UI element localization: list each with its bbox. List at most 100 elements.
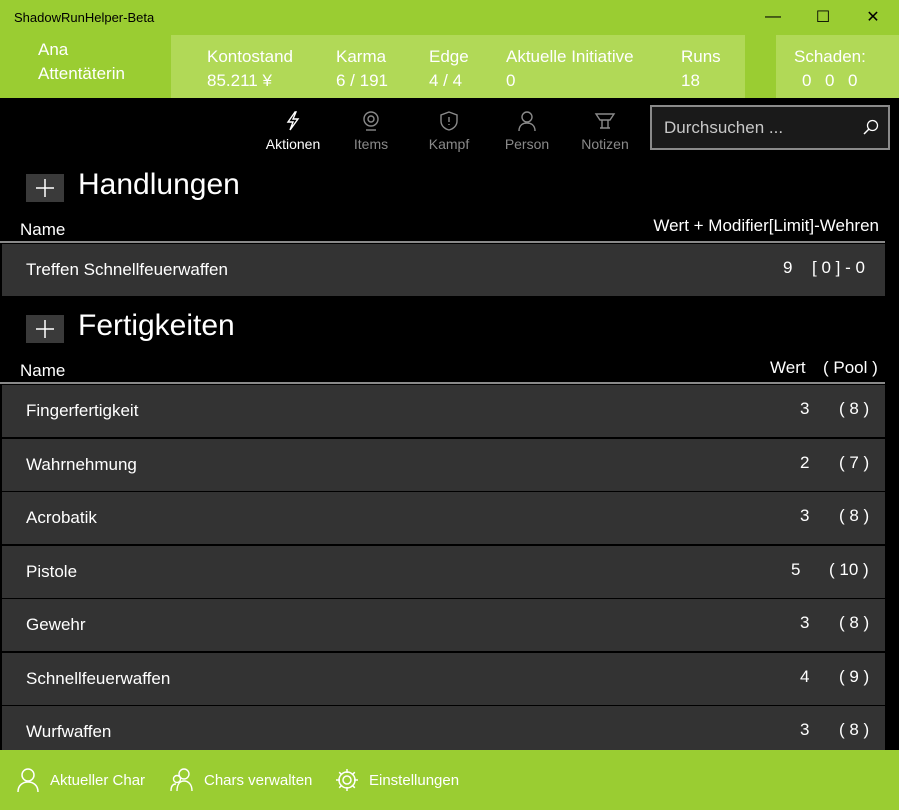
column-header-pool: ( Pool ) <box>823 358 878 377</box>
content-area: Handlungen Name Wert + Modifier[Limit]-W… <box>0 156 899 750</box>
search-icon[interactable] <box>862 118 880 136</box>
settings-button[interactable]: Einstellungen <box>335 766 459 794</box>
row-value: 3 <box>800 613 810 632</box>
section-title: Handlungen <box>78 168 240 201</box>
manage-chars-button[interactable]: Chars verwalten <box>170 766 312 794</box>
row-pool: ( 8 ) <box>839 720 870 739</box>
bottom-app-bar: Aktueller Char Chars verwalten Einstellu… <box>0 750 899 810</box>
table-row[interactable]: Treffen Schnellfeuerwaffen 9 [ 0 ] - 0 <box>2 244 885 296</box>
row-value: 3 <box>800 399 810 418</box>
tab-person[interactable]: Person <box>491 110 563 152</box>
damage-panel: Schaden: 0 0 0 <box>776 35 899 98</box>
stat-value: 6 / 191 <box>336 71 388 90</box>
bottom-label: Aktueller Char <box>50 771 146 789</box>
row-modifier: [ 0 ] - 0 <box>812 258 865 277</box>
tab-aktionen[interactable]: Aktionen <box>257 110 329 152</box>
table-row[interactable]: Schnellfeuerwaffen 4 ( 9 ) <box>2 653 885 705</box>
notes-icon <box>594 113 616 129</box>
stat-value: 85.211 ¥ <box>207 71 272 90</box>
close-button[interactable]: ✕ <box>849 0 897 34</box>
table-row[interactable]: Fingerfertigkeit 3 ( 8 ) <box>2 385 885 437</box>
stat-value: 18 <box>681 71 700 90</box>
shield-icon <box>440 111 458 131</box>
stat-karma: Karma 6 / 191 <box>336 45 388 93</box>
bottom-label: Einstellungen <box>369 771 460 789</box>
gear-icon <box>336 769 358 791</box>
person-icon <box>518 111 536 132</box>
table-row[interactable]: Gewehr 3 ( 8 ) <box>2 599 885 651</box>
stat-value: 0 <box>506 71 516 90</box>
row-name: Acrobatik <box>26 508 97 527</box>
maximize-button[interactable]: ☐ <box>799 0 847 34</box>
bottom-label: Chars verwalten <box>204 771 313 789</box>
table-row[interactable]: Pistole 5 ( 10 ) <box>2 546 885 598</box>
stat-edge: Edge 4 / 4 <box>429 45 469 93</box>
table-row[interactable]: Wahrnehmung 2 ( 7 ) <box>2 439 885 491</box>
tab-items[interactable]: Items <box>335 110 407 152</box>
tab-label: Person <box>504 136 550 152</box>
webcam-icon <box>363 111 379 131</box>
damage-value-3[interactable]: 0 <box>848 69 857 93</box>
character-name: Ana Attentäterin <box>38 38 125 86</box>
row-value: 9 <box>783 258 793 277</box>
stat-label: Karma <box>336 47 387 66</box>
row-name: Treffen Schnellfeuerwaffen <box>26 260 228 279</box>
stat-runs: Runs 18 <box>681 45 721 93</box>
stat-label: Runs <box>681 47 721 66</box>
row-pool: ( 9 ) <box>839 667 870 686</box>
row-value: 3 <box>800 506 810 525</box>
plus-icon <box>36 320 54 338</box>
row-pool: ( 8 ) <box>839 399 870 418</box>
row-pool: ( 10 ) <box>829 560 869 579</box>
tab-label: Aktionen <box>265 136 321 152</box>
stat-initiative: Aktuelle Initiative 0 <box>506 45 634 93</box>
add-fertigkeit-button[interactable] <box>26 315 64 343</box>
table-row[interactable]: Acrobatik 3 ( 8 ) <box>2 492 885 544</box>
column-header-value: Wert <box>770 358 806 377</box>
row-name: Wahrnehmung <box>26 455 137 474</box>
plus-icon <box>36 179 54 197</box>
column-header-name: Name <box>20 361 66 380</box>
title-bar: ShadowRunHelper-Beta — ☐ ✕ <box>0 0 899 34</box>
row-pool: ( 8 ) <box>839 506 870 525</box>
person-icon <box>17 768 39 793</box>
stat-value: 4 / 4 <box>429 71 463 90</box>
search-input[interactable] <box>664 115 854 141</box>
character-last-name: Attentäterin <box>38 64 125 83</box>
lightning-icon <box>286 111 300 131</box>
stat-label: Edge <box>429 47 469 66</box>
nav-bar: Aktionen Items Kampf Person Notizen <box>0 98 899 156</box>
row-pool: ( 7 ) <box>839 453 870 472</box>
damage-value-1[interactable]: 0 <box>802 69 811 93</box>
app-title: ShadowRunHelper-Beta <box>14 10 155 25</box>
row-value: 4 <box>800 667 810 686</box>
damage-label: Schaden: <box>794 47 866 66</box>
stats-panel: Kontostand 85.211 ¥ Karma 6 / 191 Edge 4… <box>171 35 745 98</box>
tab-label: Notizen <box>581 136 629 152</box>
tab-label: Items <box>353 136 389 152</box>
current-char-button[interactable]: Aktueller Char <box>16 766 145 794</box>
divider <box>0 382 885 384</box>
column-header-name: Name <box>20 220 66 239</box>
stat-kontostand: Kontostand 85.211 ¥ <box>207 45 293 93</box>
character-first-name: Ana <box>38 40 69 59</box>
row-value: 3 <box>800 720 810 739</box>
row-value: 5 <box>791 560 801 579</box>
minimize-button[interactable]: — <box>749 0 797 34</box>
tab-notizen[interactable]: Notizen <box>569 110 641 152</box>
tab-kampf[interactable]: Kampf <box>413 110 485 152</box>
table-row[interactable]: Wurfwaffen 3 ( 8 ) <box>2 706 885 750</box>
column-header-value: Wert + Modifier[Limit]-Wehren <box>653 216 879 235</box>
stat-label: Aktuelle Initiative <box>506 47 634 66</box>
people-icon <box>170 768 193 792</box>
character-header: Ana Attentäterin Kontostand 85.211 ¥ Kar… <box>0 34 899 98</box>
row-pool: ( 8 ) <box>839 613 870 632</box>
row-name: Pistole <box>26 562 78 581</box>
row-name: Fingerfertigkeit <box>26 401 139 420</box>
row-value: 2 <box>800 453 810 472</box>
tab-label: Kampf <box>428 136 470 152</box>
row-name: Gewehr <box>26 615 86 634</box>
damage-value-2[interactable]: 0 <box>825 69 834 93</box>
search-box[interactable] <box>650 105 890 150</box>
add-handlung-button[interactable] <box>26 174 64 202</box>
